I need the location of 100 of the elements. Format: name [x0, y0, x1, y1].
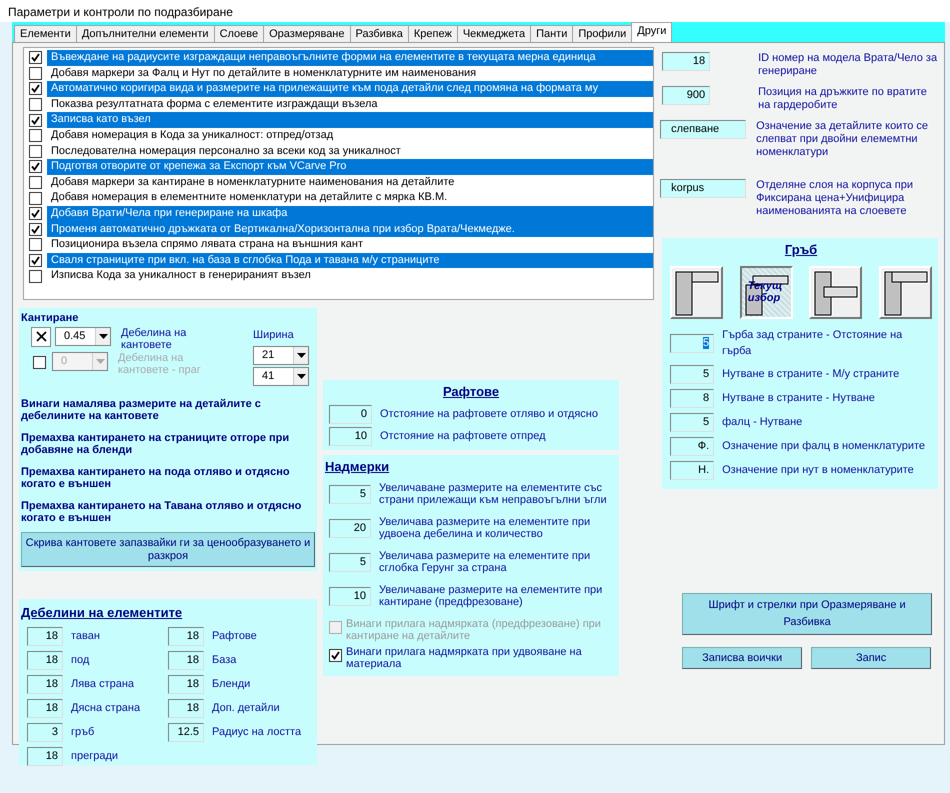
field-label: Радиус на лостта: [212, 724, 302, 740]
number-field[interactable]: слепване: [660, 120, 746, 139]
checkbox[interactable]: [29, 82, 42, 96]
back-style-button[interactable]: [879, 266, 932, 318]
field-label: Нутване в страните - Нутване: [722, 390, 875, 406]
note-text: Винаги намалява размерите на детайлите с дебелините на кантовете: [21, 398, 262, 422]
option-label[interactable]: Последователна номерация персонално за всеки код за уникалност: [47, 144, 654, 160]
tab[interactable]: Чекмеджета: [456, 25, 532, 42]
field-label: Гърба зад страните - Отстояние на гърба: [722, 328, 904, 359]
option-label[interactable]: Добавя маркери за кантиране в номенклатурните наименования на детайлите: [47, 174, 654, 190]
number-field[interactable]: 18: [27, 674, 63, 694]
checkbox[interactable]: [29, 160, 42, 174]
number-field[interactable]: 18: [168, 626, 204, 646]
field-label: Отделяне слоя на корпуса при Фиксирана цена+Унифицира наименованията на слоевете: [756, 179, 914, 218]
checkbox[interactable]: [329, 649, 342, 662]
tab[interactable]: Други: [631, 22, 672, 42]
number-field[interactable]: 10: [329, 586, 371, 606]
checkbox[interactable]: [29, 66, 42, 80]
checkbox[interactable]: [29, 129, 42, 142]
option-label[interactable]: Позиционира възела спрямо лявата страна на външния кант: [47, 237, 654, 253]
field-label: Бленди: [212, 676, 250, 692]
option-label[interactable]: Добавя Врати/Чела при генериране на шкафа: [47, 206, 654, 222]
font-settings-button[interactable]: Шрифт и стрелки при Оразмеряване и Разбивка: [682, 592, 932, 634]
number-field[interactable]: 5: [670, 412, 714, 432]
checkbox[interactable]: [29, 98, 42, 112]
option-label[interactable]: Изписва Кода за уникалност в генерираният възел: [47, 268, 654, 284]
checkbox[interactable]: [29, 270, 42, 283]
checkbox[interactable]: [29, 114, 42, 127]
save-button[interactable]: Запис: [811, 646, 932, 668]
tab[interactable]: Панти: [530, 25, 574, 42]
option-label[interactable]: Показва резултатната форма с елементите изграждащи възела: [47, 96, 654, 112]
checkbox[interactable]: [29, 238, 42, 252]
number-field[interactable]: 5: [670, 334, 714, 352]
number-field[interactable]: 18: [27, 746, 63, 766]
number-field[interactable]: 12.5: [168, 722, 204, 742]
back-style-button[interactable]: [670, 266, 724, 318]
number-field[interactable]: 5: [329, 552, 371, 572]
number-field[interactable]: 18: [27, 698, 63, 718]
checkbox[interactable]: [29, 51, 42, 64]
tab[interactable]: Допълнителни елементи: [76, 25, 215, 42]
dropdown-arrow-icon: [296, 374, 306, 379]
option-label[interactable]: Добавя номерация в елементните номенклатури на детайлите с мярка КВ.М.: [47, 190, 654, 206]
number-field[interactable]: 900: [662, 86, 710, 105]
number-field[interactable]: korpus: [660, 179, 746, 198]
tab[interactable]: Крепеж: [408, 25, 458, 42]
field-label: Ширина: [253, 328, 295, 342]
hide-edges-button[interactable]: Скрива кантовете запазвайки ги за ценообразуването и разкроя: [21, 532, 315, 567]
field-label: Означение при фалц в номенклатурите: [722, 438, 926, 454]
tab[interactable]: Профили: [572, 25, 632, 42]
combo-box: 0: [52, 352, 108, 370]
tab[interactable]: Слоеве: [214, 25, 264, 42]
number-field[interactable]: 5: [670, 364, 714, 384]
section-title: Кантиране: [21, 311, 80, 326]
number-field[interactable]: 20: [329, 518, 371, 538]
checkbox[interactable]: [29, 222, 42, 236]
checkbox[interactable]: [31, 326, 51, 346]
option-label[interactable]: Въвеждане на радиусите изграждащи неправоъгълните форми на елементите в текущата мерна единица: [47, 50, 654, 66]
tab[interactable]: Оразмеряване: [263, 25, 350, 42]
check-icon: [31, 116, 40, 125]
number-field[interactable]: 5: [329, 484, 371, 504]
option-label[interactable]: Добавя маркери за Фалц и Нут по детайлите в номенклатурните им наименования: [47, 66, 654, 82]
option-label[interactable]: Записва като възел: [47, 112, 654, 128]
number-field[interactable]: Ф.: [670, 436, 714, 456]
checkbox[interactable]: [29, 192, 42, 205]
field-label: Нутване в страните - М/у страните: [722, 366, 900, 382]
field-label: База: [212, 652, 236, 668]
combo-box[interactable]: 0.45: [55, 326, 111, 346]
combo-box[interactable]: 41: [253, 367, 309, 386]
option-label[interactable]: Добавя номерация в Кода за уникалност: отпред/отзад: [47, 128, 654, 144]
number-field[interactable]: 18: [662, 52, 710, 71]
checkbox[interactable]: [29, 207, 42, 220]
number-field[interactable]: Н.: [670, 460, 714, 480]
number-field[interactable]: 3: [27, 722, 63, 742]
option-label[interactable]: Сваля страниците при вкл. на база в сглобка Пода и тавана м/у страниците: [47, 252, 654, 268]
number-field[interactable]: 18: [168, 650, 204, 670]
number-field[interactable]: 18: [168, 698, 204, 718]
section-title: Гръб: [784, 241, 818, 259]
option-label[interactable]: Променя автоматично дръжката от Вертикална/Хоризонтална при избор Врата/Чекмедже.: [47, 222, 654, 238]
checkbox[interactable]: [29, 254, 42, 268]
number-field[interactable]: 0: [329, 404, 372, 424]
number-field[interactable]: 8: [670, 388, 714, 408]
option-label[interactable]: Подготвя отворите от крепежа за Експорт към VCarve Pro: [47, 159, 654, 175]
field-label: Отстояние на рафтовете отпред: [380, 428, 546, 444]
panel-joint-icon: [814, 270, 858, 316]
tab[interactable]: Разбивка: [350, 25, 409, 42]
field-label: Означение при нут в номенклатурите: [722, 462, 914, 478]
option-label[interactable]: Автоматично коригира вида и размерите на прилежащите към пода детайли след промяна на формата му: [47, 81, 654, 97]
field-label: Увеличава размерите на елементите при сглобка Герунг за страна: [379, 550, 592, 574]
number-field[interactable]: 18: [168, 674, 204, 694]
number-field[interactable]: 18: [27, 626, 63, 646]
tab[interactable]: Елементи: [14, 25, 77, 42]
field-label: Лява страна: [71, 676, 134, 692]
number-field[interactable]: 18: [27, 650, 63, 670]
back-style-button[interactable]: [809, 266, 862, 318]
number-field[interactable]: 10: [329, 426, 372, 446]
option-label[interactable]: Винаги прилага надмярката при удвояване на материала: [346, 646, 617, 670]
save-all-button[interactable]: Записва воички: [682, 646, 802, 668]
checkbox[interactable]: [29, 144, 42, 158]
combo-box[interactable]: 21: [253, 346, 309, 365]
checkbox[interactable]: [29, 176, 42, 190]
